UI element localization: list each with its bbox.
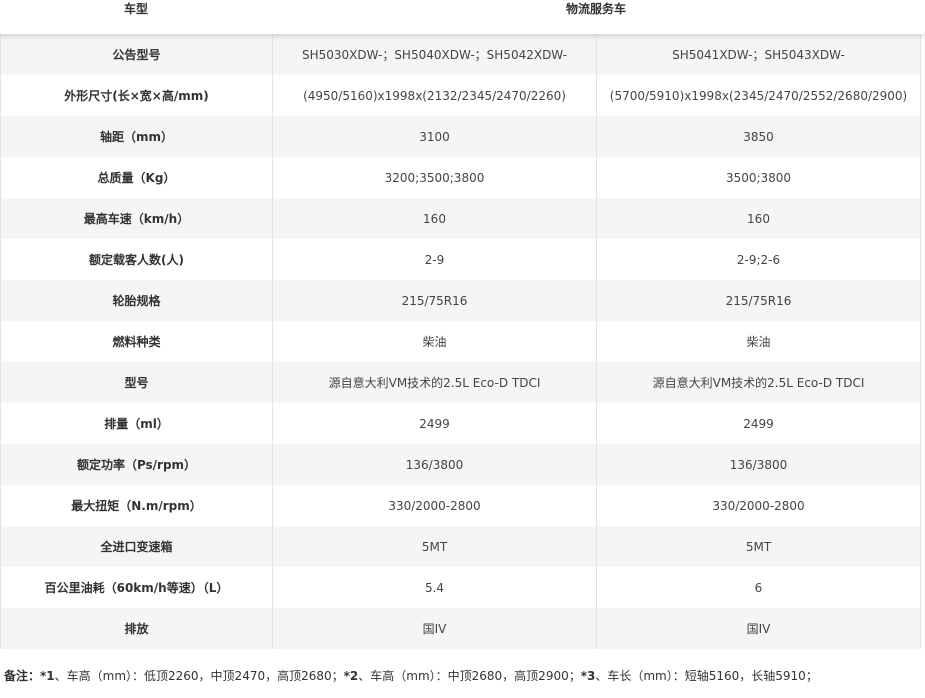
header-value: 物流服务车 <box>565 2 626 16</box>
footnote-prefix: 备注： <box>4 669 41 683</box>
row-value-b: 2-9;2-6 <box>596 239 921 280</box>
table-row: 额定载客人数(人) 2-9 2-9;2-6 <box>0 239 921 280</box>
table-row: 全进口变速箱 5MT 5MT <box>0 526 921 567</box>
row-label: 轴距（mm） <box>0 116 273 157</box>
row-value-a: 柴油 <box>272 321 597 362</box>
row-value-a: 3100 <box>272 116 597 157</box>
footnote: 备注：*1、车高（mm）：低顶2260，中顶2470，高顶2680；*2、车高（… <box>4 668 818 684</box>
row-label: 最高车速（km/h） <box>0 198 273 239</box>
row-label: 轮胎规格 <box>0 280 273 321</box>
table-row: 轮胎规格 215/75R16 215/75R16 <box>0 280 921 321</box>
row-value-b: SH5041XDW-；SH5043XDW- <box>596 34 921 75</box>
row-label: 型号 <box>0 362 273 403</box>
row-value-b: (5700/5910)x1998x(2345/2470/2552/2680/29… <box>596 75 921 116</box>
row-label: 公告型号 <box>0 34 273 75</box>
table-row: 额定功率（Ps/rpm） 136/3800 136/3800 <box>0 444 921 485</box>
row-value-b: 215/75R16 <box>596 280 921 321</box>
row-label: 额定载客人数(人) <box>0 239 273 280</box>
table-row: 外形尺寸(长×宽×高/mm) (4950/5160)x1998x(2132/23… <box>0 75 921 116</box>
spec-page: 车型 物流服务车 公告型号 SH5030XDW-；SH5040XDW-；SH50… <box>0 0 925 698</box>
table-row: 总质量（Kg） 3200;3500;3800 3500;3800 <box>0 157 921 198</box>
row-value-b: 柴油 <box>596 321 921 362</box>
footnote-mark-2: *2 <box>343 669 359 683</box>
row-label: 最大扭矩（N.m/rpm） <box>0 485 273 526</box>
row-value-b: 160 <box>596 198 921 239</box>
row-value-a: 136/3800 <box>272 444 597 485</box>
row-value-a: 3200;3500;3800 <box>272 157 597 198</box>
row-value-b: 源自意大利VM技术的2.5L Eco-D TDCI <box>596 362 921 403</box>
row-value-a: 2-9 <box>272 239 597 280</box>
row-label: 排放 <box>0 608 273 649</box>
row-value-b: 3850 <box>596 116 921 157</box>
spec-table-body: 公告型号 SH5030XDW-；SH5040XDW-；SH5042XDW- SH… <box>0 34 921 649</box>
footnote-mark-3: *3 <box>580 669 596 683</box>
row-value-a: 215/75R16 <box>272 280 597 321</box>
table-row: 型号 源自意大利VM技术的2.5L Eco-D TDCI 源自意大利VM技术的2… <box>0 362 921 403</box>
row-label: 燃料种类 <box>0 321 273 362</box>
row-label: 额定功率（Ps/rpm） <box>0 444 273 485</box>
header-label: 车型 <box>123 2 148 16</box>
footnote-text-1: 、车高（mm）：低顶2260，中顶2470，高顶2680； <box>54 669 344 683</box>
table-row: 轴距（mm） 3100 3850 <box>0 116 921 157</box>
row-label: 排量（ml） <box>0 403 273 444</box>
row-label: 百公里油耗（60km/h等速）（L） <box>0 567 273 608</box>
row-value-b: 6 <box>596 567 921 608</box>
row-value-b: 3500;3800 <box>596 157 921 198</box>
row-value-a: 330/2000-2800 <box>272 485 597 526</box>
footnote-text-3: 、车长（mm）：短轴5160，长轴5910； <box>595 669 818 683</box>
table-row: 排放 国IV 国IV <box>0 608 921 649</box>
row-value-b: 国IV <box>596 608 921 649</box>
row-value-a: 5.4 <box>272 567 597 608</box>
row-value-a: 5MT <box>272 526 597 567</box>
row-value-b: 2499 <box>596 403 921 444</box>
table-row: 最大扭矩（N.m/rpm） 330/2000-2800 330/2000-280… <box>0 485 921 526</box>
table-row: 百公里油耗（60km/h等速）（L） 5.4 6 <box>0 567 921 608</box>
row-value-a: (4950/5160)x1998x(2132/2345/2470/2260) <box>272 75 597 116</box>
row-value-b: 330/2000-2800 <box>596 485 921 526</box>
footnote-text-2: 、车高（mm）：中顶2680，高顶2900； <box>358 669 581 683</box>
row-label: 全进口变速箱 <box>0 526 273 567</box>
row-value-a: SH5030XDW-；SH5040XDW-；SH5042XDW- <box>272 34 597 75</box>
table-header: 车型 物流服务车 <box>0 0 925 34</box>
row-value-a: 国IV <box>272 608 597 649</box>
row-label: 外形尺寸(长×宽×高/mm) <box>0 75 273 116</box>
table-row: 公告型号 SH5030XDW-；SH5040XDW-；SH5042XDW- SH… <box>0 34 921 75</box>
row-value-a: 2499 <box>272 403 597 444</box>
row-value-b: 136/3800 <box>596 444 921 485</box>
row-value-a: 源自意大利VM技术的2.5L Eco-D TDCI <box>272 362 597 403</box>
row-label: 总质量（Kg） <box>0 157 273 198</box>
table-row: 排量（ml） 2499 2499 <box>0 403 921 444</box>
footnote-mark-1: *1 <box>40 669 55 683</box>
spec-table: 公告型号 SH5030XDW-；SH5040XDW-；SH5042XDW- SH… <box>0 34 921 649</box>
row-value-b: 5MT <box>596 526 921 567</box>
row-value-a: 160 <box>272 198 597 239</box>
table-row: 燃料种类 柴油 柴油 <box>0 321 921 362</box>
table-row: 最高车速（km/h） 160 160 <box>0 198 921 239</box>
